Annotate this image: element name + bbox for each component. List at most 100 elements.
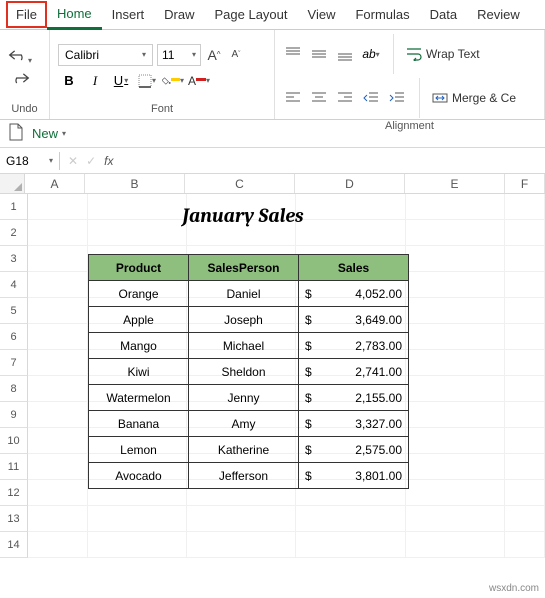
col-header-A[interactable]: A (25, 174, 85, 193)
tab-formulas[interactable]: Formulas (345, 1, 419, 28)
select-all-corner[interactable] (0, 174, 25, 193)
cell-sales[interactable]: $2,155.00 (299, 385, 409, 411)
font-size-value: 11 (162, 48, 174, 62)
cell-salesperson[interactable]: Katherine (189, 437, 299, 463)
cell-salesperson[interactable]: Sheldon (189, 359, 299, 385)
undo-group-label: Undo (8, 101, 41, 117)
formula-bar: G18 ▾ ✕ ✓ fx (0, 148, 545, 174)
cells-area[interactable]: January Sales Product SalesPerson Sales … (28, 194, 545, 558)
th-sales: Sales (299, 255, 409, 281)
increase-indent-button[interactable] (387, 89, 407, 107)
merge-center-button[interactable]: Merge & Ce (432, 91, 516, 105)
row-header-1[interactable]: 1 (0, 194, 28, 220)
ribbon-tabs: FileHomeInsertDrawPage LayoutViewFormula… (0, 0, 545, 30)
undo-button[interactable]: ▾ (8, 47, 32, 66)
fx-icon[interactable]: fx (104, 154, 113, 168)
cell-sales[interactable]: $2,741.00 (299, 359, 409, 385)
file-new-icon[interactable] (8, 123, 24, 144)
tab-data[interactable]: Data (420, 1, 467, 28)
cell-product[interactable]: Avocado (89, 463, 189, 489)
tab-review[interactable]: Review (467, 1, 530, 28)
cell-product[interactable]: Kiwi (89, 359, 189, 385)
row-header-12[interactable]: 12 (0, 480, 28, 506)
redo-button[interactable] (10, 70, 30, 89)
row-header-3[interactable]: 3 (0, 246, 28, 272)
col-header-F[interactable]: F (505, 174, 545, 193)
cell-product[interactable]: Mango (89, 333, 189, 359)
row-headers: 1234567891011121314 (0, 194, 28, 558)
cell-salesperson[interactable]: Daniel (189, 281, 299, 307)
row-header-6[interactable]: 6 (0, 324, 28, 350)
tab-draw[interactable]: Draw (154, 1, 204, 28)
decrease-indent-button[interactable] (361, 89, 381, 107)
cell-salesperson[interactable]: Joseph (189, 307, 299, 333)
cell-salesperson[interactable]: Amy (189, 411, 299, 437)
ribbon-body: ▾ Undo Calibri▾ 11▾ A^ Aˇ (0, 30, 545, 120)
font-group: Calibri▾ 11▾ A^ Aˇ B I U▾ ▾ (50, 30, 275, 119)
row-header-8[interactable]: 8 (0, 376, 28, 402)
table-row: BananaAmy$3,327.00 (89, 411, 409, 437)
watermark: wsxdn.com (489, 583, 539, 594)
spreadsheet-grid: ABCDEF 1234567891011121314 January Sales… (0, 174, 545, 558)
row-header-5[interactable]: 5 (0, 298, 28, 324)
border-button[interactable]: ▾ (136, 70, 158, 92)
orientation-button[interactable]: ab▾ (361, 45, 381, 63)
bold-button[interactable]: B (58, 70, 80, 92)
name-box[interactable]: G18 ▾ (0, 152, 60, 170)
cell-product[interactable]: Lemon (89, 437, 189, 463)
wrap-text-button[interactable]: Wrap Text (406, 47, 480, 61)
italic-button[interactable]: I (84, 70, 106, 92)
fill-color-button[interactable]: ▾ (162, 70, 184, 92)
col-header-C[interactable]: C (185, 174, 295, 193)
row-header-4[interactable]: 4 (0, 272, 28, 298)
th-salesperson: SalesPerson (189, 255, 299, 281)
cell-salesperson[interactable]: Michael (189, 333, 299, 359)
table-row: MangoMichael$2,783.00 (89, 333, 409, 359)
cell-sales[interactable]: $4,052.00 (299, 281, 409, 307)
row-header-9[interactable]: 9 (0, 402, 28, 428)
align-right-button[interactable] (335, 89, 355, 107)
tab-page-layout[interactable]: Page Layout (205, 1, 298, 28)
alignment-group-label: Alignment (283, 118, 536, 134)
cell-salesperson[interactable]: Jefferson (189, 463, 299, 489)
align-bottom-button[interactable] (335, 45, 355, 63)
table-row: KiwiSheldon$2,741.00 (89, 359, 409, 385)
cell-product[interactable]: Orange (89, 281, 189, 307)
cell-salesperson[interactable]: Jenny (189, 385, 299, 411)
cell-sales[interactable]: $2,575.00 (299, 437, 409, 463)
col-header-E[interactable]: E (405, 174, 505, 193)
align-top-button[interactable] (283, 45, 303, 63)
underline-button[interactable]: U▾ (110, 70, 132, 92)
row-header-11[interactable]: 11 (0, 454, 28, 480)
font-size-select[interactable]: 11▾ (157, 44, 201, 66)
cell-sales[interactable]: $3,327.00 (299, 411, 409, 437)
cell-product[interactable]: Banana (89, 411, 189, 437)
font-name-select[interactable]: Calibri▾ (58, 44, 153, 66)
align-left-button[interactable] (283, 89, 303, 107)
row-header-13[interactable]: 13 (0, 506, 28, 532)
increase-font-button[interactable]: A^ (205, 46, 223, 64)
col-header-B[interactable]: B (85, 174, 185, 193)
cancel-formula-icon[interactable]: ✕ (68, 154, 78, 168)
col-header-D[interactable]: D (295, 174, 405, 193)
font-color-button[interactable]: A▾ (188, 70, 210, 92)
align-center-button[interactable] (309, 89, 329, 107)
cell-product[interactable]: Apple (89, 307, 189, 333)
align-middle-button[interactable] (309, 45, 329, 63)
cell-product[interactable]: Watermelon (89, 385, 189, 411)
decrease-font-button[interactable]: Aˇ (227, 46, 245, 64)
row-header-7[interactable]: 7 (0, 350, 28, 376)
enter-formula-icon[interactable]: ✓ (86, 154, 96, 168)
row-header-10[interactable]: 10 (0, 428, 28, 454)
tab-view[interactable]: View (298, 1, 346, 28)
row-header-2[interactable]: 2 (0, 220, 28, 246)
new-button[interactable]: New ▾ (32, 126, 66, 141)
cell-sales[interactable]: $2,783.00 (299, 333, 409, 359)
tab-file[interactable]: File (6, 1, 47, 28)
cell-sales[interactable]: $3,649.00 (299, 307, 409, 333)
cell-sales[interactable]: $3,801.00 (299, 463, 409, 489)
font-group-label: Font (58, 101, 266, 117)
row-header-14[interactable]: 14 (0, 532, 28, 558)
tab-insert[interactable]: Insert (102, 1, 155, 28)
tab-home[interactable]: Home (47, 0, 102, 30)
